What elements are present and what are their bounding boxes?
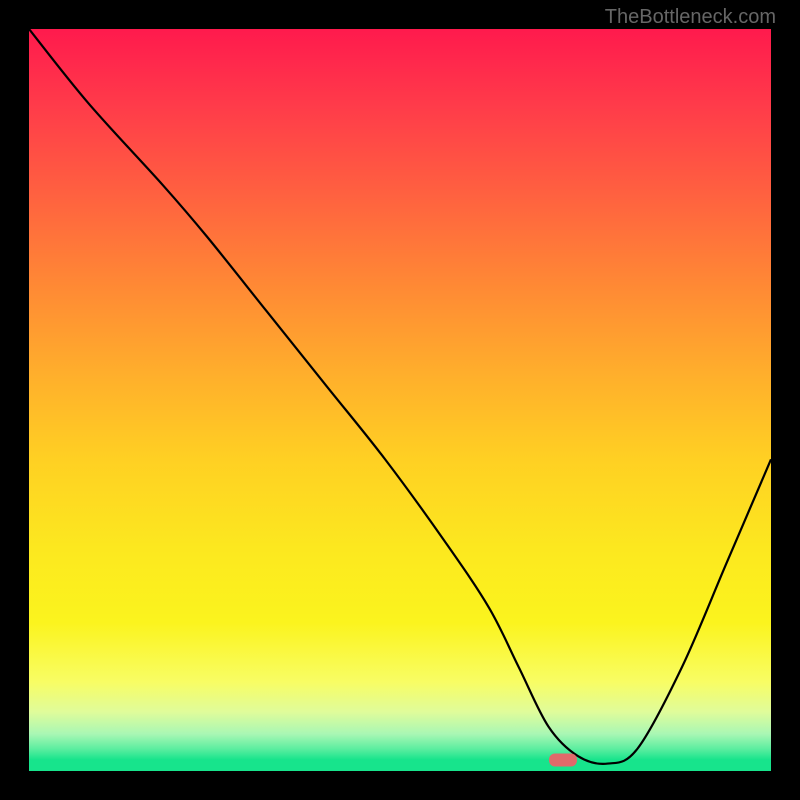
plot-area [29, 29, 771, 771]
watermark-text: TheBottleneck.com [605, 6, 776, 29]
chart-svg [29, 29, 771, 771]
curve-line [29, 29, 771, 764]
marker-point [549, 753, 577, 766]
